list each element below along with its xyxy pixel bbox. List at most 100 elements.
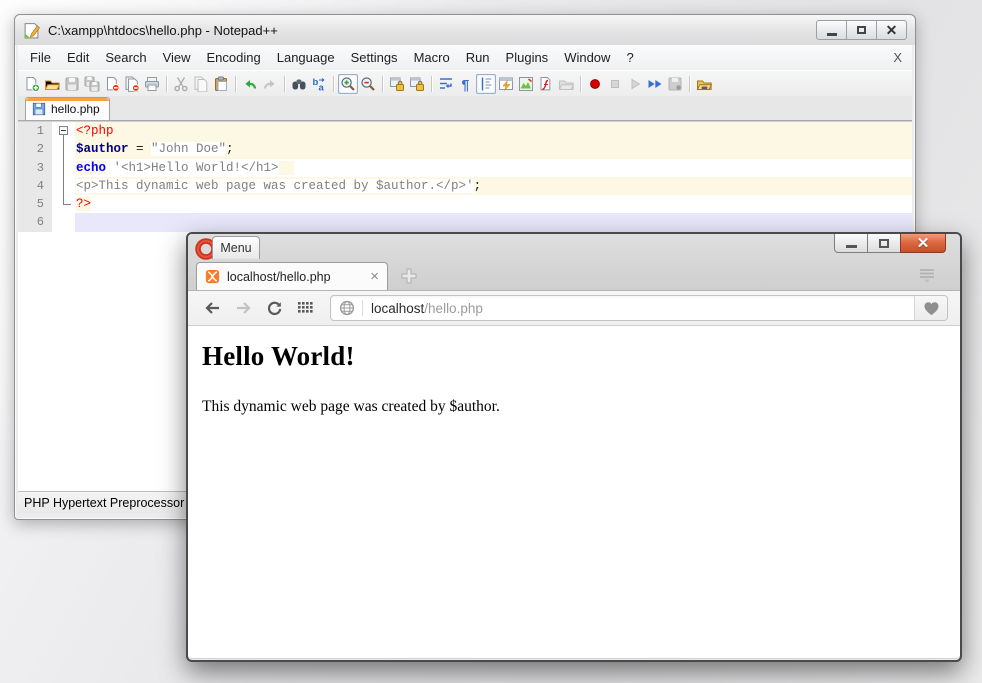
cut-icon[interactable] xyxy=(171,74,191,94)
close-doc-icon[interactable] xyxy=(102,74,122,94)
sync-horizontal-icon[interactable] xyxy=(407,74,427,94)
folder-as-workspace-icon[interactable] xyxy=(556,74,576,94)
address-separator xyxy=(362,300,363,316)
code-token: ; xyxy=(226,142,234,157)
code-line-2[interactable]: 2 $author = "John Doe"; xyxy=(18,140,912,159)
fold-margin-line xyxy=(52,158,75,177)
close-button[interactable]: ✕ xyxy=(876,20,907,40)
zoom-out-icon[interactable] xyxy=(358,74,378,94)
bookmark-heart-button[interactable] xyxy=(914,296,947,320)
close-icon: ✕ xyxy=(916,234,930,252)
xampp-favicon xyxy=(205,269,220,284)
macro-run-multiple-icon[interactable] xyxy=(645,74,665,94)
menu-window[interactable]: Window xyxy=(556,48,618,67)
line-number: 1 xyxy=(18,122,52,141)
menu-view[interactable]: View xyxy=(155,48,199,67)
replace-icon[interactable]: ba xyxy=(309,74,329,94)
find-icon[interactable] xyxy=(289,74,309,94)
menu-file[interactable]: File xyxy=(22,48,59,67)
print-icon[interactable] xyxy=(142,74,162,94)
site-globe-icon[interactable] xyxy=(339,300,355,316)
open-folder-icon[interactable] xyxy=(42,74,62,94)
code-text: echo '<h1>Hello World!</h1> xyxy=(75,158,912,177)
save-icon[interactable] xyxy=(62,74,82,94)
menu-plugins[interactable]: Plugins xyxy=(498,48,557,67)
opera-maximize-button[interactable] xyxy=(867,234,901,253)
document-monitor-icon[interactable] xyxy=(694,74,714,94)
maximize-icon xyxy=(879,238,889,248)
show-all-characters-icon[interactable]: ¶ xyxy=(456,74,476,94)
menu-language[interactable]: Language xyxy=(269,48,343,67)
indent-guide-icon[interactable] xyxy=(476,73,496,94)
maximize-button[interactable] xyxy=(846,20,877,40)
function-list-icon[interactable] xyxy=(536,74,556,94)
menu-run[interactable]: Run xyxy=(458,48,498,67)
forward-button[interactable] xyxy=(231,296,255,320)
zoom-in-icon[interactable] xyxy=(338,73,358,94)
paste-icon[interactable] xyxy=(211,74,231,94)
code-line-6[interactable]: 6 xyxy=(18,213,912,232)
code-line-3[interactable]: 3 echo '<h1>Hello World!</h1> xyxy=(18,158,912,177)
reload-button[interactable] xyxy=(262,296,286,320)
code-token: '<h1>Hello World!</h1> xyxy=(113,160,279,175)
tab-close-icon[interactable]: × xyxy=(370,269,379,284)
toolbar-separator xyxy=(689,75,690,92)
code-line-4[interactable]: 4 <p>This dynamic web page was created by… xyxy=(18,176,912,196)
notepadpp-app-icon xyxy=(24,22,40,38)
macro-stop-icon[interactable] xyxy=(605,74,625,94)
toolbar-separator xyxy=(431,75,432,92)
opera-navigation-bar: localhost/hello.php xyxy=(188,290,960,326)
menu-settings[interactable]: Settings xyxy=(343,48,406,67)
save-all-icon[interactable] xyxy=(82,74,102,94)
menubar-close-document[interactable]: X xyxy=(893,50,902,65)
word-wrap-icon[interactable] xyxy=(436,74,456,94)
sync-vertical-icon[interactable] xyxy=(387,74,407,94)
line-number: 2 xyxy=(18,140,52,159)
new-file-icon[interactable] xyxy=(22,74,42,94)
opera-minimize-button[interactable] xyxy=(834,234,868,253)
macro-save-icon[interactable] xyxy=(665,74,685,94)
speed-dial-grid-button[interactable] xyxy=(293,296,317,320)
code-line-5[interactable]: 5 ?> xyxy=(18,195,912,214)
menu-help[interactable]: ? xyxy=(618,48,641,67)
menu-edit[interactable]: Edit xyxy=(59,48,97,67)
browser-page: Hello World! This dynamic web page was c… xyxy=(188,326,960,658)
redo-icon[interactable] xyxy=(260,74,280,94)
menu-search[interactable]: Search xyxy=(97,48,154,67)
close-all-docs-icon[interactable] xyxy=(122,74,142,94)
code-line-1[interactable]: 1 <?php xyxy=(18,122,912,141)
style-token-icon[interactable] xyxy=(496,74,516,94)
opera-tabbar: localhost/hello.php × xyxy=(188,261,960,290)
tab-hello-php[interactable]: hello.php xyxy=(25,97,110,120)
toolbar: b a ¶ xyxy=(18,70,912,96)
undo-icon[interactable] xyxy=(240,74,260,94)
notepadpp-titlebar[interactable]: C:\xampp\htdocs\hello.php - Notepad++ ✕ xyxy=(15,15,915,45)
fold-margin-end xyxy=(52,195,75,214)
document-map-icon[interactable] xyxy=(516,74,536,94)
fold-margin-minus[interactable] xyxy=(52,122,75,141)
grid-icon xyxy=(298,302,313,313)
back-button[interactable] xyxy=(200,296,224,320)
new-tab-button[interactable] xyxy=(400,267,418,285)
minimize-button[interactable] xyxy=(816,20,847,40)
tab-list-dropdown-icon[interactable] xyxy=(918,268,936,284)
opera-close-button[interactable]: ✕ xyxy=(900,234,946,253)
macro-record-icon[interactable] xyxy=(585,74,605,94)
opera-menu-button[interactable]: Menu xyxy=(212,236,260,259)
code-token: "John Doe" xyxy=(151,142,227,157)
toolbar-separator xyxy=(166,75,167,92)
code-token: ?> xyxy=(76,197,92,212)
opera-tab-localhost[interactable]: localhost/hello.php × xyxy=(196,262,388,290)
menu-encoding[interactable]: Encoding xyxy=(199,48,269,67)
code-token: <?php xyxy=(76,124,114,138)
opera-titlebar[interactable]: Menu ✕ localhost/hello.php × xyxy=(188,234,960,290)
address-bar[interactable]: localhost/hello.php xyxy=(330,295,948,321)
line-number: 4 xyxy=(18,176,52,196)
code-token xyxy=(278,160,294,175)
copy-icon[interactable] xyxy=(191,74,211,94)
minimize-icon xyxy=(845,245,857,248)
toolbar-separator xyxy=(333,75,334,92)
macro-play-icon[interactable] xyxy=(625,74,645,94)
address-input[interactable]: localhost/hello.php xyxy=(331,296,914,320)
menu-macro[interactable]: Macro xyxy=(406,48,458,67)
